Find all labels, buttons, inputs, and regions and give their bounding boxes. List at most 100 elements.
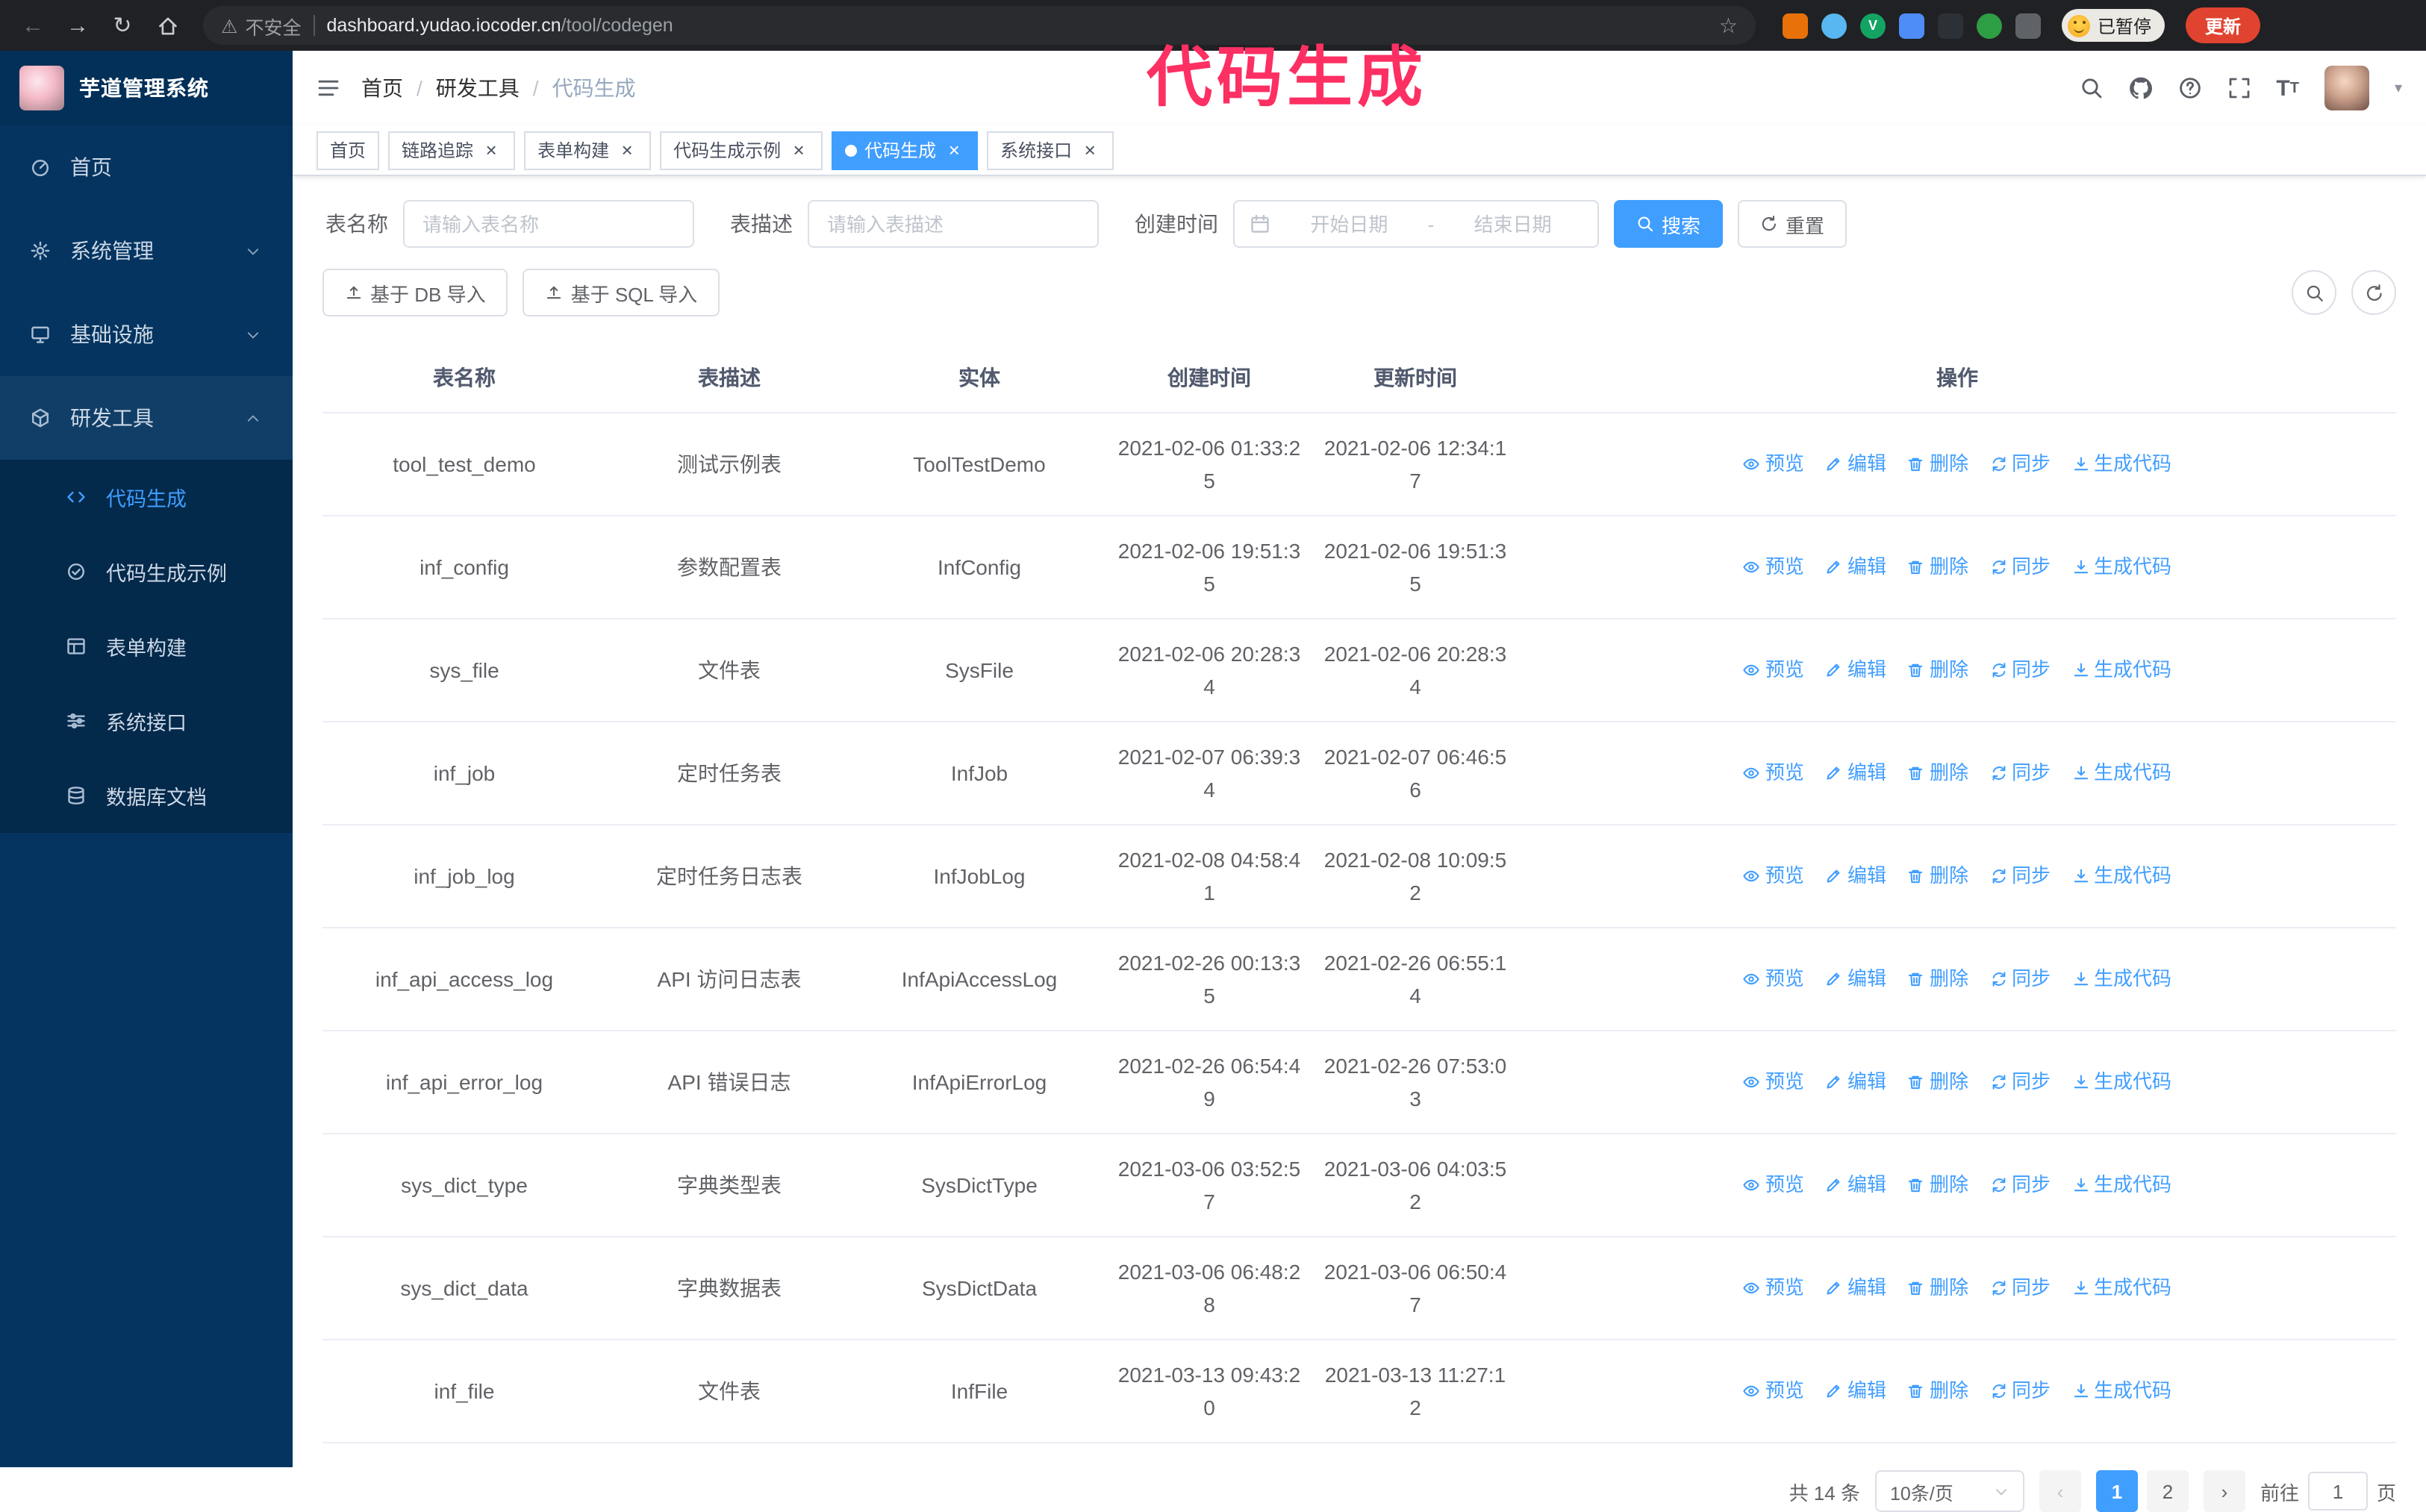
prev-page-button[interactable]: ‹ — [2039, 1470, 2081, 1512]
action-delete-link[interactable]: 删除 — [1907, 756, 1968, 789]
action-preview-link[interactable]: 预览 — [1743, 653, 1804, 686]
page-button-1[interactable]: 1 — [2095, 1470, 2138, 1512]
action-generate-link[interactable]: 生成代码 — [2071, 859, 2171, 892]
toggle-search-button[interactable] — [2292, 270, 2336, 315]
browser-reload-button[interactable]: ↻ — [105, 7, 140, 43]
end-date-input[interactable] — [1443, 211, 1582, 237]
page-size-select[interactable]: 10条/页 — [1874, 1470, 2024, 1512]
fullscreen-icon[interactable] — [2227, 76, 2251, 100]
breadcrumb-item[interactable]: 首页 — [361, 73, 403, 103]
action-sync-link[interactable]: 同步 — [1989, 550, 2051, 583]
browser-address-bar[interactable]: ⚠ 不安全 dashboard.yudao.iocoder.cn/tool/co… — [203, 6, 1756, 45]
action-sync-link[interactable]: 同步 — [1989, 1065, 2051, 1098]
extension-icon[interactable] — [1938, 13, 1963, 38]
puzzle-extension-icon[interactable] — [2015, 13, 2041, 38]
tab-system-api[interactable]: 系统接口 × — [987, 131, 1114, 169]
action-preview-link[interactable]: 预览 — [1743, 756, 1804, 789]
action-edit-link[interactable]: 编辑 — [1825, 550, 1886, 583]
action-edit-link[interactable]: 编辑 — [1825, 859, 1886, 892]
app-logo[interactable]: 芋道管理系统 — [0, 51, 293, 125]
close-icon[interactable]: × — [617, 140, 637, 160]
action-preview-link[interactable]: 预览 — [1743, 1374, 1804, 1407]
action-sync-link[interactable]: 同步 — [1989, 1374, 2051, 1407]
hamburger-icon[interactable] — [316, 76, 340, 100]
action-edit-link[interactable]: 编辑 — [1825, 962, 1886, 995]
action-edit-link[interactable]: 编辑 — [1825, 1065, 1886, 1098]
action-sync-link[interactable]: 同步 — [1989, 447, 2051, 480]
sidebar-item-codegen-example[interactable]: 代码生成示例 — [0, 534, 293, 609]
action-preview-link[interactable]: 预览 — [1743, 1271, 1804, 1304]
close-icon[interactable]: × — [481, 140, 502, 160]
table-name-input[interactable] — [420, 211, 678, 237]
action-delete-link[interactable]: 删除 — [1907, 1168, 1968, 1201]
refresh-table-button[interactable] — [2351, 270, 2396, 315]
sidebar-item-infra[interactable]: 基础设施 — [0, 293, 293, 376]
import-sql-button[interactable]: 基于 SQL 导入 — [523, 269, 720, 316]
action-preview-link[interactable]: 预览 — [1743, 859, 1804, 892]
action-preview-link[interactable]: 预览 — [1743, 447, 1804, 480]
action-edit-link[interactable]: 编辑 — [1825, 756, 1886, 789]
sidebar-item-system[interactable]: 系统管理 — [0, 209, 293, 293]
action-sync-link[interactable]: 同步 — [1989, 756, 2051, 789]
action-preview-link[interactable]: 预览 — [1743, 962, 1804, 995]
page-button-2[interactable]: 2 — [2146, 1470, 2189, 1512]
action-sync-link[interactable]: 同步 — [1989, 1168, 2051, 1201]
action-edit-link[interactable]: 编辑 — [1825, 447, 1886, 480]
action-generate-link[interactable]: 生成代码 — [2071, 1271, 2171, 1304]
tab-codegen-example[interactable]: 代码生成示例 × — [660, 131, 823, 169]
action-delete-link[interactable]: 删除 — [1907, 1271, 1968, 1304]
action-delete-link[interactable]: 删除 — [1907, 1065, 1968, 1098]
action-generate-link[interactable]: 生成代码 — [2071, 653, 2171, 686]
extension-icon[interactable] — [1899, 13, 1924, 38]
extension-icon[interactable]: V — [1860, 13, 1886, 38]
extension-icon[interactable] — [1821, 13, 1847, 38]
action-delete-link[interactable]: 删除 — [1907, 653, 1968, 686]
action-generate-link[interactable]: 生成代码 — [2071, 1374, 2171, 1407]
breadcrumb-item[interactable]: 研发工具 — [436, 73, 520, 103]
tab-home[interactable]: 首页 — [316, 131, 380, 169]
action-delete-link[interactable]: 删除 — [1907, 447, 1968, 480]
browser-forward-button[interactable]: → — [60, 7, 96, 43]
extension-icon[interactable] — [1783, 13, 1808, 38]
next-page-button[interactable]: › — [2203, 1470, 2245, 1512]
action-sync-link[interactable]: 同步 — [1989, 1271, 2051, 1304]
action-sync-link[interactable]: 同步 — [1989, 653, 2051, 686]
close-icon[interactable]: × — [788, 140, 809, 160]
action-delete-link[interactable]: 删除 — [1907, 550, 1968, 583]
action-edit-link[interactable]: 编辑 — [1825, 653, 1886, 686]
action-sync-link[interactable]: 同步 — [1989, 962, 2051, 995]
action-generate-link[interactable]: 生成代码 — [2071, 962, 2171, 995]
user-avatar[interactable] — [2324, 66, 2369, 110]
sidebar-item-form-builder[interactable]: 表单构建 — [0, 609, 293, 684]
security-warning[interactable]: ⚠ 不安全 — [221, 11, 301, 40]
tab-tracing[interactable]: 链路追踪 × — [388, 131, 516, 169]
action-generate-link[interactable]: 生成代码 — [2071, 1168, 2171, 1201]
font-size-icon[interactable]: TT — [2276, 75, 2299, 101]
action-generate-link[interactable]: 生成代码 — [2071, 447, 2171, 480]
search-icon[interactable] — [2079, 76, 2103, 100]
action-generate-link[interactable]: 生成代码 — [2071, 550, 2171, 583]
action-preview-link[interactable]: 预览 — [1743, 1168, 1804, 1201]
sidebar-item-home[interactable]: 首页 — [0, 125, 293, 209]
update-button[interactable]: 更新 — [2186, 7, 2261, 43]
close-icon[interactable]: × — [1079, 140, 1100, 160]
action-generate-link[interactable]: 生成代码 — [2071, 1065, 2171, 1098]
help-icon[interactable] — [2177, 76, 2201, 100]
start-date-input[interactable] — [1279, 211, 1419, 237]
github-icon[interactable] — [2128, 76, 2152, 100]
extension-icon[interactable] — [1977, 13, 2002, 38]
bookmark-star-icon[interactable]: ☆ — [1719, 13, 1738, 38]
action-delete-link[interactable]: 删除 — [1907, 962, 1968, 995]
date-range-picker[interactable]: - — [1233, 200, 1599, 248]
sidebar-item-codegen[interactable]: 代码生成 — [0, 460, 293, 534]
browser-home-button[interactable] — [149, 7, 185, 43]
paused-badge[interactable]: 已暂停 — [2062, 9, 2165, 42]
close-icon[interactable]: × — [944, 140, 964, 160]
chevron-down-icon[interactable]: ▾ — [2395, 80, 2402, 96]
action-generate-link[interactable]: 生成代码 — [2071, 756, 2171, 789]
action-sync-link[interactable]: 同步 — [1989, 859, 2051, 892]
sidebar-item-dev-tools[interactable]: 研发工具 — [0, 376, 293, 460]
tab-form-builder[interactable]: 表单构建 × — [524, 131, 652, 169]
search-button[interactable]: 搜索 — [1614, 200, 1724, 248]
sidebar-item-system-api[interactable]: 系统接口 — [0, 684, 293, 758]
